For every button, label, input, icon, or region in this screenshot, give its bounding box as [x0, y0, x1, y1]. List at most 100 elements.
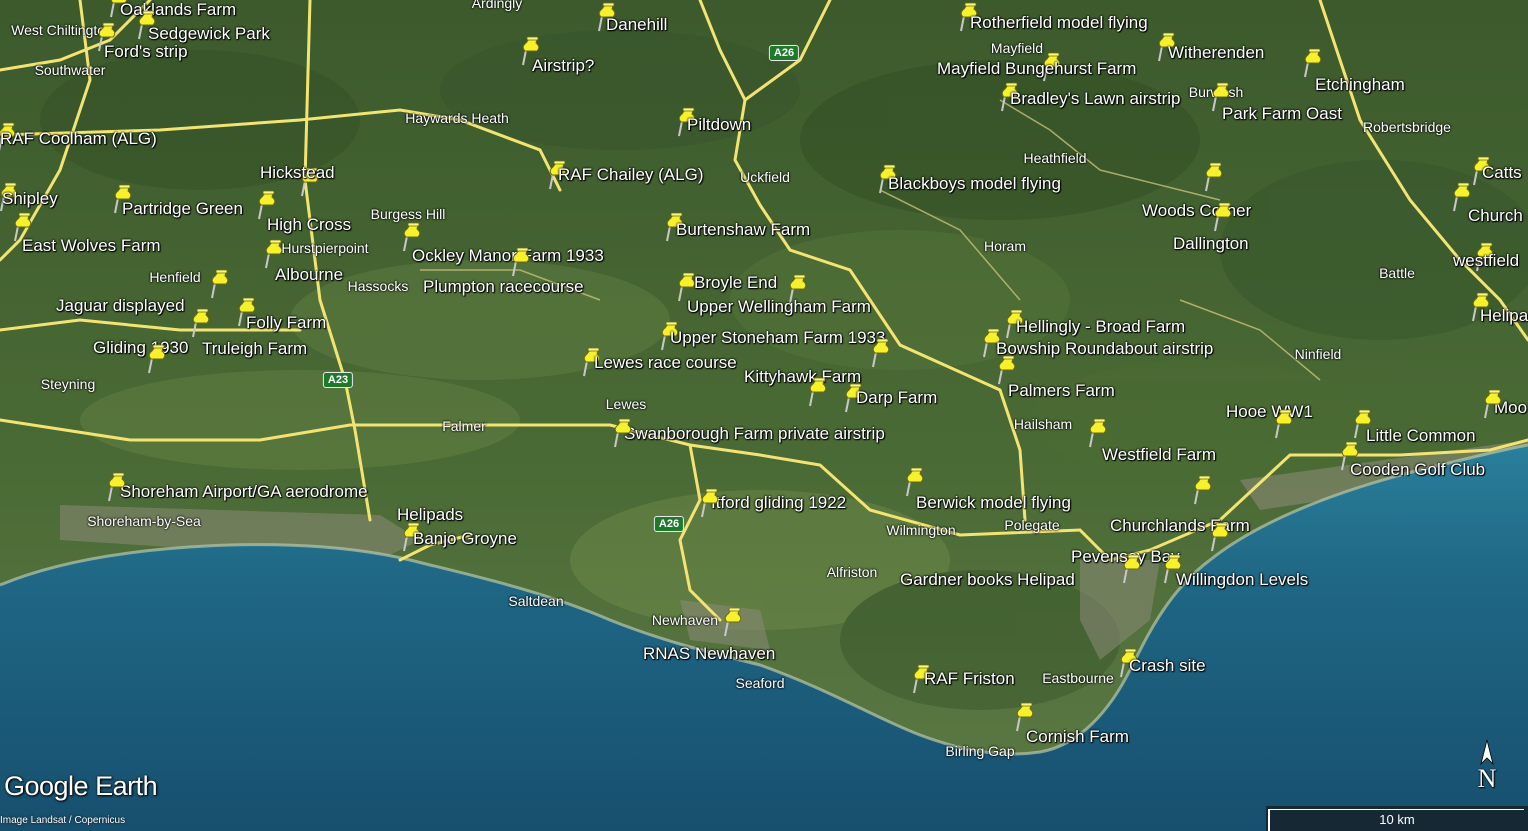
placemark-label[interactable]: Witherenden	[1168, 44, 1264, 62]
placemark-pin-icon[interactable]	[1212, 202, 1234, 232]
placemark-label[interactable]: Folly Farm	[246, 314, 326, 332]
placemark-label[interactable]: Sedgewick Park	[148, 25, 270, 43]
placemark-label[interactable]: Etchingham	[1315, 76, 1405, 94]
placemark-label[interactable]: Albourne	[275, 266, 343, 284]
placemark-label[interactable]: westfield	[1453, 252, 1519, 270]
placemark-label[interactable]: Hellingly - Broad Farm	[1016, 318, 1185, 336]
placemark-label[interactable]: Upper Stoneham Farm 1933	[670, 329, 885, 347]
placemark-label[interactable]: Dallington	[1173, 235, 1249, 253]
placemark-label[interactable]: Westfield Farm	[1102, 446, 1216, 464]
placemark-label[interactable]: Catts	[1482, 164, 1522, 182]
placemark-label[interactable]: Ockley Manor Farm 1933	[412, 247, 604, 265]
placemark-pin-icon[interactable]	[612, 418, 634, 448]
placemark-pin-icon[interactable]	[1121, 554, 1143, 584]
placemark-label[interactable]: Cornish Farm	[1026, 728, 1129, 746]
placemark-pin-icon[interactable]	[1087, 418, 1109, 448]
placemark-label[interactable]: Willingdon Levels	[1176, 571, 1308, 589]
north-arrow[interactable]: N	[1472, 740, 1502, 800]
placemark-label[interactable]: RAF Chailey (ALG)	[558, 166, 703, 184]
placemark-label[interactable]: Mayfield Bungehurst Farm	[937, 60, 1136, 78]
placemark-label[interactable]: Crash site	[1129, 657, 1206, 675]
placemark-pin-icon[interactable]	[1482, 389, 1504, 419]
placemark-label[interactable]: Shipley	[2, 190, 58, 208]
placemark-label[interactable]: Danehill	[606, 16, 667, 34]
placemark-label[interactable]: Shoreham Airport/GA aerodrome	[120, 483, 368, 501]
map-view[interactable]: A26 A23 A26 West Chiltington Ardingly Sout…	[0, 0, 1528, 831]
placemark-label[interactable]: High Cross	[267, 216, 351, 234]
placemark-pin-icon[interactable]	[146, 344, 168, 374]
placemark-label[interactable]: Helipa	[1480, 307, 1528, 325]
placemark-label[interactable]: Gliding 1930	[93, 339, 188, 357]
placemark-pin-icon[interactable]	[190, 308, 212, 338]
placemark-label[interactable]: Church	[1468, 207, 1523, 225]
placemark-label[interactable]: Palmers Farm	[1008, 382, 1115, 400]
road-shield: A26	[768, 45, 800, 61]
north-arrow-icon	[1480, 740, 1494, 766]
placemark-label[interactable]: Truleigh Farm	[202, 340, 307, 358]
place-name: Ninfield	[1294, 346, 1342, 362]
placemark-label[interactable]: Burtenshaw Farm	[676, 221, 810, 239]
place-name: Ardingly	[471, 0, 523, 11]
placemark-pin-icon[interactable]	[1302, 48, 1324, 78]
placemark-pin-icon[interactable]	[1352, 409, 1374, 439]
placemark-label[interactable]: Cooden Golf Club	[1350, 461, 1485, 479]
placemark-label[interactable]: Plumpton racecourse	[423, 278, 584, 296]
placemark-label[interactable]: Bowship Roundabout airstrip	[996, 340, 1213, 358]
place-name: Lewes	[605, 396, 647, 412]
placemark-label[interactable]: Woods Corner	[1142, 202, 1251, 220]
placemark-label[interactable]: Park Farm Oast	[1222, 105, 1342, 123]
placemark-label[interactable]: East Wolves Farm	[22, 237, 161, 255]
placemark-label[interactable]: Jaguar displayed	[56, 297, 185, 315]
placemark-pin-icon[interactable]	[510, 247, 532, 277]
placemark-label[interactable]: Gardner books Helipad	[900, 571, 1075, 589]
place-name: Heathfield	[1023, 150, 1087, 166]
placemark-label[interactable]: RAF Friston	[924, 670, 1015, 688]
placemark-pin-icon[interactable]	[1203, 162, 1225, 192]
placemark-label[interactable]: Rotherfield model flying	[970, 14, 1148, 32]
placemark-label[interactable]: Bradley's Lawn airstrip	[1010, 90, 1180, 108]
placemark-label[interactable]: Upper Wellingham Farm	[687, 298, 871, 316]
placemark-pin-icon[interactable]	[1339, 441, 1361, 471]
placemark-pin-icon[interactable]	[209, 269, 231, 299]
place-name: Henfield	[149, 269, 201, 285]
placemark-label[interactable]: Berwick model flying	[916, 494, 1071, 512]
scale-label: 10 km	[1379, 812, 1415, 827]
place-name: Polegate	[1004, 517, 1060, 533]
place-name: Falmer	[442, 418, 486, 434]
place-name: Hailsham	[1013, 416, 1073, 432]
placemark-label[interactable]: Lewes race course	[594, 354, 737, 372]
place-name: Battle	[1379, 265, 1415, 281]
placemark-pin-icon[interactable]	[1192, 475, 1214, 505]
placemark-label[interactable]: Airstrip?	[532, 57, 594, 75]
placemark-pin-icon[interactable]	[722, 607, 744, 637]
placemark-pin-icon[interactable]	[807, 377, 829, 407]
placemark-label[interactable]: Swanborough Farm private airstrip	[624, 425, 885, 443]
placemark-label[interactable]: Piltdown	[687, 116, 751, 134]
placemark-label[interactable]: Broyle End	[694, 274, 777, 292]
placemark-pin-icon[interactable]	[870, 338, 892, 368]
place-name: Wilmington	[886, 522, 956, 538]
placemark-pin-icon[interactable]	[1209, 522, 1231, 552]
placemark-label[interactable]: Ford's strip	[104, 43, 188, 61]
place-name: Robertsbridge	[1363, 119, 1451, 135]
placemark-label[interactable]: Hickstead	[260, 164, 335, 182]
placemark-label[interactable]: RNAS Newhaven	[643, 645, 775, 663]
placemark-label[interactable]: Little Common	[1366, 427, 1476, 445]
placemark-label[interactable]: Banjo Groyne	[413, 530, 517, 548]
place-name: Birling Gap	[945, 743, 1015, 759]
placemark-pin-icon[interactable]	[1273, 409, 1295, 439]
placemark-pin-icon[interactable]	[699, 488, 721, 518]
placemark-label[interactable]: Hooe WW1	[1226, 403, 1313, 421]
placemark-pin-icon[interactable]	[106, 472, 128, 502]
placemark-label[interactable]: Blackboys model flying	[888, 175, 1061, 193]
placemark-label[interactable]: Partridge Green	[122, 200, 243, 218]
placemark-label[interactable]: Darp Farm	[856, 389, 937, 407]
placemark-label[interactable]: Itford gliding 1922	[711, 494, 846, 512]
place-name: Steyning	[40, 376, 96, 392]
placemark-label[interactable]: RAF Coolham (ALG)	[0, 130, 157, 148]
place-name: Shoreham-by-Sea	[87, 513, 201, 529]
place-name: Saltdean	[508, 593, 564, 609]
scale-bar: 10 km	[1266, 806, 1528, 831]
place-name: Eastbourne	[1042, 670, 1114, 686]
placemark-pin-icon[interactable]	[904, 467, 926, 497]
